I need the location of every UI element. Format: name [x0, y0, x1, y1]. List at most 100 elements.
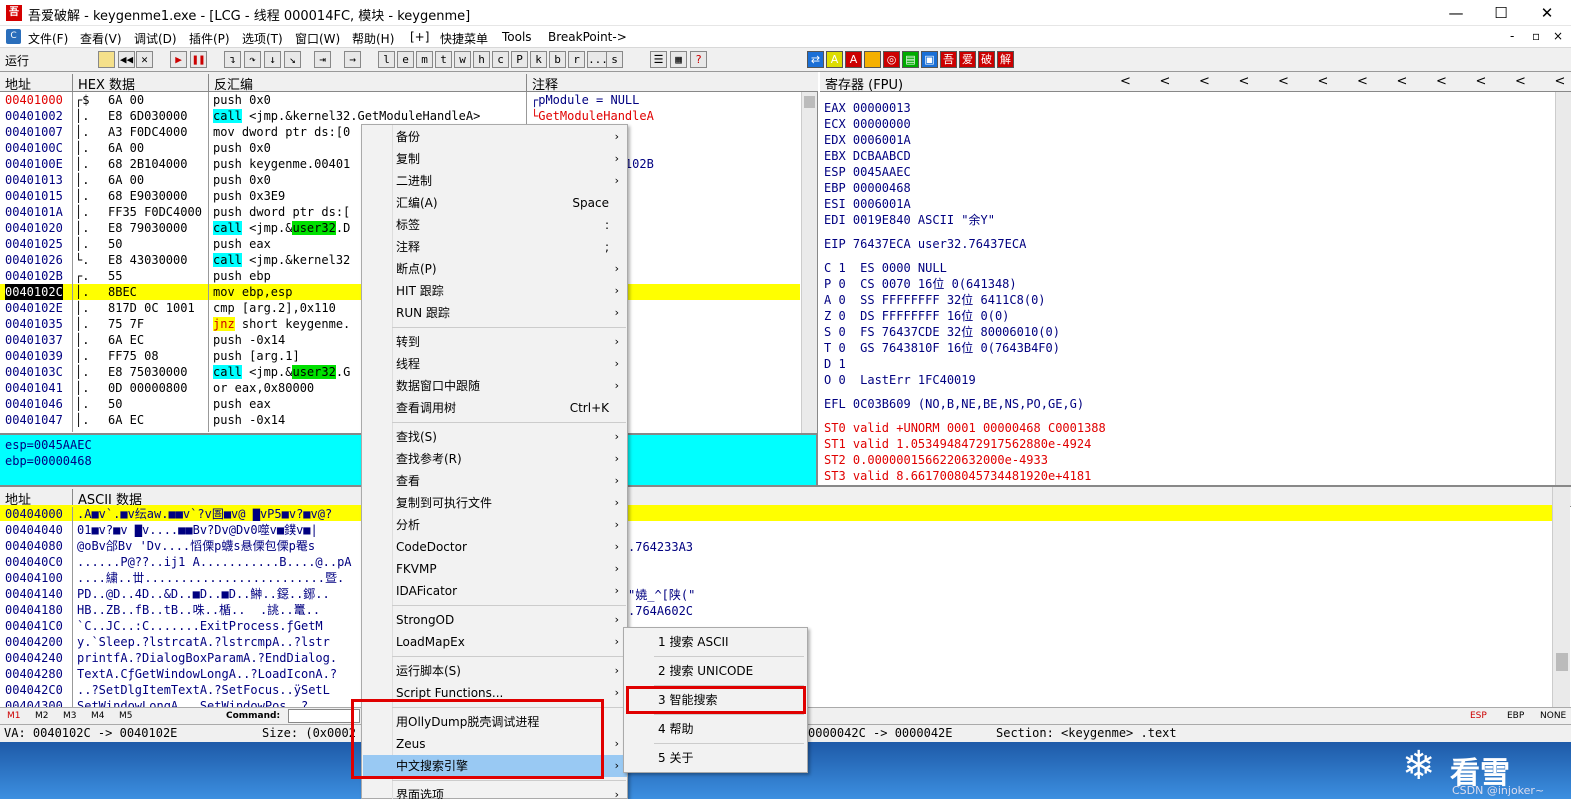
menu-item[interactable]: 文件(F): [28, 30, 68, 47]
register-line[interactable]: O 0 LastErr 1FC40019: [824, 372, 976, 388]
toolbar-letter-button[interactable]: s: [606, 51, 623, 68]
register-line[interactable]: T 0 GS 7643810F 16位 0(7643B4F0): [824, 340, 1060, 356]
plugin-toolbar-icon[interactable]: ◎: [883, 51, 900, 68]
register-scroll-arrow[interactable]: <: [1555, 74, 1566, 89]
mdi-icon[interactable]: C: [6, 29, 21, 44]
toolbar-letter-button[interactable]: l: [378, 51, 395, 68]
memory-tab[interactable]: M3: [63, 711, 77, 721]
register-scroll-arrow[interactable]: <: [1318, 74, 1329, 89]
dump-row[interactable]: 00404180 HB..ZB..fB..tB..咮..楯.. .誂..鼍..: [0, 602, 1552, 618]
register-line[interactable]: ST2 0.0000001566220632000e-4933: [824, 452, 1048, 468]
context-menu-item[interactable]: 标签:: [363, 214, 627, 236]
register-line[interactable]: EDX 0006001A: [824, 132, 911, 148]
appearance-icon[interactable]: ▦: [670, 51, 687, 68]
context-menu-item[interactable]: 复制 ›: [363, 148, 627, 170]
pause-icon[interactable]: ❚❚: [190, 51, 207, 68]
context-menu-item[interactable]: 汇编(A) Space: [363, 192, 627, 214]
menu-item[interactable]: Tools: [502, 30, 532, 44]
register-scroll-arrow[interactable]: <: [1120, 74, 1131, 89]
register-line[interactable]: ST1 valid 1.0534948472917562880e-4924: [824, 436, 1091, 452]
context-menu-item[interactable]: IDAFicator ›: [363, 580, 627, 602]
run-icon[interactable]: ▶: [170, 51, 187, 68]
mdi-restore-button[interactable]: ▫: [1532, 29, 1540, 43]
goto-icon[interactable]: →: [344, 51, 361, 68]
plugin-toolbar-icon[interactable]: ▤: [902, 51, 919, 68]
context-menu-item[interactable]: 分析 ›: [363, 514, 627, 536]
register-line[interactable]: EIP 76437ECA user32.76437ECA: [824, 236, 1026, 252]
plugin-toolbar-icon[interactable]: ⇄: [807, 51, 824, 68]
dump-row[interactable]: 00404100 ....繍..丗........................…: [0, 570, 1552, 586]
register-scroll-arrow[interactable]: <: [1357, 74, 1368, 89]
toolbar-letter-button[interactable]: e: [397, 51, 414, 68]
plugin-toolbar-icon[interactable]: [864, 51, 881, 68]
toolbar-letter-button[interactable]: h: [473, 51, 490, 68]
register-line[interactable]: D 1: [824, 356, 846, 372]
register-scroll-arrow[interactable]: <: [1160, 74, 1171, 89]
plugin-toolbar-icon[interactable]: 吾: [940, 51, 957, 68]
cpu-scrollbar[interactable]: [801, 92, 817, 433]
step-into-icon[interactable]: ↴: [224, 51, 241, 68]
toolbar-letter-button[interactable]: k: [530, 51, 547, 68]
col-address[interactable]: 地址: [0, 74, 73, 94]
mdi-minimize-button[interactable]: -: [1510, 29, 1514, 43]
col-comment[interactable]: 注释: [527, 74, 802, 94]
plugin-toolbar-icon[interactable]: 破: [978, 51, 995, 68]
context-menu-item[interactable]: CodeDoctor ›: [363, 536, 627, 558]
register-scroll-arrow[interactable]: <: [1278, 74, 1289, 89]
menu-item[interactable]: 插件(P): [189, 30, 230, 47]
menu-item[interactable]: [+]: [410, 30, 429, 44]
col-hex[interactable]: HEX 数据: [73, 74, 209, 94]
toolbar-letter-button[interactable]: P: [511, 51, 528, 68]
register-scroll-arrow[interactable]: <: [1436, 74, 1447, 89]
toolbar-letter-button[interactable]: c: [492, 51, 509, 68]
esp-mode[interactable]: ESP: [1470, 711, 1487, 721]
step-over-icon[interactable]: ↷: [244, 51, 261, 68]
context-menu-item[interactable]: 备份 ›: [363, 126, 627, 148]
registers-scrollbar[interactable]: [1555, 92, 1571, 485]
app-icon[interactable]: 吾: [6, 5, 22, 21]
plugin-toolbar-icon[interactable]: A: [845, 51, 862, 68]
register-line[interactable]: Z 0 DS FFFFFFFF 16位 0(0): [824, 308, 1009, 324]
toolbar-letter-button[interactable]: m: [416, 51, 433, 68]
command-input[interactable]: [288, 709, 360, 723]
dump-scrollbar[interactable]: [1552, 487, 1570, 707]
register-line[interactable]: EAX 00000013: [824, 100, 911, 116]
context-menu-item[interactable]: 查找参考(R) ›: [363, 448, 627, 470]
register-line[interactable]: EFL 0C03B609 (NO,B,NE,BE,NS,PO,GE,G): [824, 396, 1084, 412]
col-disasm[interactable]: 反汇编: [209, 74, 527, 94]
dump-row[interactable]: 00404040 01■v?■v ▇v....■■Bv?Dv@Dv0噬v■鏷v■|: [0, 522, 1552, 538]
register-line[interactable]: EBP 00000468: [824, 180, 911, 196]
plugin-toolbar-icon[interactable]: 爱: [959, 51, 976, 68]
submenu-item[interactable]: 1 搜索 ASCII: [625, 628, 807, 656]
register-line[interactable]: A 0 SS FFFFFFFF 32位 6411C8(0): [824, 292, 1046, 308]
menu-item[interactable]: 窗口(W): [295, 30, 340, 47]
dump-row[interactable]: 00404000 .A■v`.■v纭aw.■■v`?v圄■v@ ▇vP5■v?■v…: [0, 506, 1552, 522]
plugin-toolbar-icon[interactable]: 解: [997, 51, 1014, 68]
register-line[interactable]: ST3 valid 8.6617008045734481920e+4181: [824, 468, 1091, 484]
toolbar-letter-button[interactable]: r: [568, 51, 585, 68]
context-menu-item[interactable]: 复制到可执行文件 ›: [363, 492, 627, 514]
menu-item[interactable]: 选项(T): [242, 30, 283, 47]
minimize-button[interactable]: —: [1433, 0, 1479, 26]
execute-till-return-icon[interactable]: ⇥: [314, 51, 331, 68]
context-menu-item[interactable]: 线程 ›: [363, 353, 627, 375]
register-line[interactable]: ESP 0045AAEC: [824, 164, 911, 180]
none-mode[interactable]: NONE: [1540, 711, 1566, 721]
mdi-close-button[interactable]: ×: [1553, 29, 1563, 43]
submenu-item[interactable]: 2 搜索 UNICODE: [625, 657, 807, 685]
menu-item[interactable]: 调试(D): [134, 30, 177, 47]
trace-over-icon[interactable]: ↘: [284, 51, 301, 68]
context-menu-item[interactable]: 查看 ›: [363, 470, 627, 492]
register-line[interactable]: EBX DCBAABCD: [824, 148, 911, 164]
register-scroll-arrow[interactable]: <: [1199, 74, 1210, 89]
context-menu-item[interactable]: 转到 ›: [363, 331, 627, 353]
register-line[interactable]: ESI 0006001A: [824, 196, 911, 212]
help-icon[interactable]: ?: [690, 51, 707, 68]
maximize-button[interactable]: ☐: [1478, 0, 1524, 26]
memory-tab[interactable]: M4: [91, 711, 105, 721]
context-menu-item[interactable]: 界面选项 ›: [363, 784, 627, 799]
plugin-toolbar-icon[interactable]: ▣: [921, 51, 938, 68]
dump-row[interactable]: 004040C0 ......P@??..ij1 A...........B...…: [0, 554, 1552, 570]
ebp-mode[interactable]: EBP: [1507, 711, 1524, 721]
menu-item[interactable]: BreakPoint->: [548, 30, 627, 44]
